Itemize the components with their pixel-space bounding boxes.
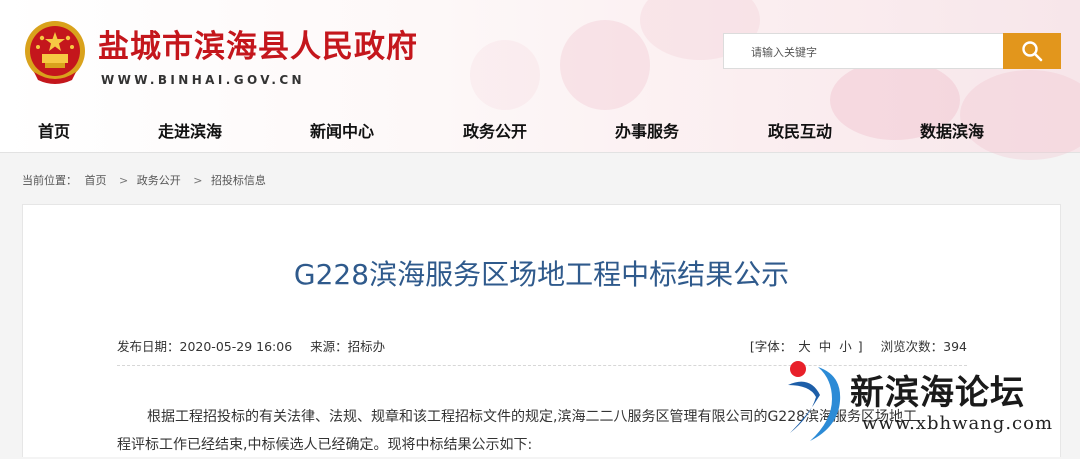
article-body: 根据工程招投标的有关法律、法规、规章和该工程招标文件的规定,滨海二二八服务区管理… [117,403,977,459]
decorative-flower [560,20,650,110]
breadcrumb-prefix: 当前位置： [22,174,77,187]
breadcrumb-separator: > [193,174,203,187]
site-header: 盐城市滨海县人民政府 WWW.BINHAI.GOV.CN 首页 走进滨海 新闻中… [0,0,1080,160]
font-size-switcher: [字体： 大 中 小 ] [750,339,867,354]
breadcrumb-separator: > [119,174,129,187]
national-emblem-icon [25,21,85,84]
search-icon [1022,41,1043,62]
search-button[interactable] [1003,33,1061,69]
paragraph-line: 根据工程招投标的有关法律、法规、规章和该工程招标文件的规定,滨海二二八服务区管理… [147,409,918,425]
meta-divider [117,365,967,366]
nav-item-news[interactable]: 新闻中心 [310,118,374,142]
meta-right: [字体： 大 中 小 ] 浏览次数：394 [750,336,967,355]
search-box [723,33,1013,70]
decorative-flower [470,40,540,110]
main-nav: 首页 走进滨海 新闻中心 政务公开 办事服务 政民互动 数据滨海 [0,112,1080,144]
breadcrumb: 当前位置： 首页 > 政务公开 > 招投标信息 [22,172,270,188]
nav-item-home[interactable]: 首页 [38,118,70,142]
font-size-small-link[interactable]: 小 [839,339,852,354]
nav-item-about[interactable]: 走进滨海 [158,118,222,142]
article-panel: G228滨海服务区场地工程中标结果公示 发布日期：2020-05-29 16:0… [22,204,1061,457]
article-title: G228滨海服务区场地工程中标结果公示 [293,258,790,291]
article-meta: 发布日期：2020-05-29 16:06 来源：招标办 [字体： 大 中 小 … [117,336,967,355]
site-title[interactable]: 盐城市滨海县人民政府 [98,21,418,66]
font-size-large-link[interactable]: 大 [798,339,811,354]
publish-date: 发布日期：2020-05-29 16:06 [117,339,293,354]
font-size-open: [字体： [749,339,793,354]
article-source: 来源：招标办 [310,339,386,354]
site-url: WWW.BINHAI.GOV.CN [101,73,305,87]
search-input[interactable] [749,34,1013,70]
view-count: 浏览次数：394 [880,339,967,354]
font-size-close: ] [857,339,863,354]
breadcrumb-item-bidding[interactable]: 招投标信息 [211,174,266,187]
nav-item-interaction[interactable]: 政民互动 [768,118,832,142]
font-size-medium-link[interactable]: 中 [819,339,832,354]
nav-item-gov-affairs[interactable]: 政务公开 [463,118,527,142]
breadcrumb-item-gov-affairs[interactable]: 政务公开 [137,174,181,187]
nav-item-data[interactable]: 数据滨海 [920,118,984,142]
breadcrumb-item-home[interactable]: 首页 [85,174,107,187]
paragraph-line: 程评标工作已经结束,中标候选人已经确定。现将中标结果公示如下: [117,437,533,453]
nav-item-services[interactable]: 办事服务 [615,118,679,142]
